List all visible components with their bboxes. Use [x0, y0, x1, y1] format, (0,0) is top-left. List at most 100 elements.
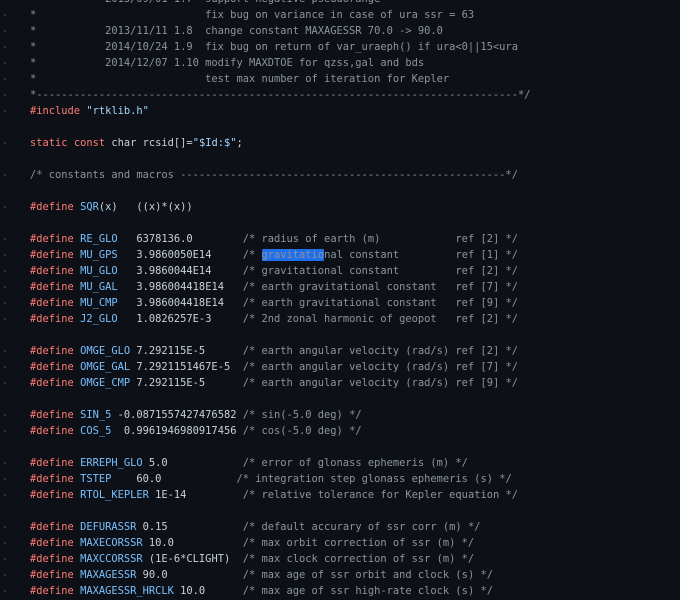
gutter-marker [4, 110, 6, 112]
code-line[interactable]: #define MU_GAL 3.986004418E14 /* earth g… [30, 279, 518, 295]
code-line[interactable]: #include "rtklib.h" [30, 103, 149, 119]
code-line[interactable]: * 2014/10/24 1.9 fix bug on return of va… [30, 39, 518, 55]
code-token: #include [30, 105, 81, 117]
code-token: 90.0 [136, 569, 243, 581]
code-line[interactable]: #define MU_GPS 3.9860050E14 /* gravitati… [30, 247, 518, 263]
code-token: * 2013/09/01 1.7 support negative pseudo… [30, 0, 380, 5]
code-token: TSTEP [80, 473, 112, 485]
code-line[interactable]: #define OMGE_GAL 7.2921151467E-5 /* eart… [30, 359, 518, 375]
code-line[interactable]: * 2013/11/11 1.8 change constant MAXAGES… [30, 23, 443, 39]
code-token: OMGE_CMP [80, 377, 131, 389]
code-token: /* earth gravitational constant ref [7] … [242, 281, 518, 293]
gutter-marker [4, 270, 6, 272]
code-line[interactable]: #define SIN_5 -0.0871557427476582 /* sin… [30, 407, 362, 423]
code-token: SIN_5 [80, 409, 112, 421]
code-token: static [30, 137, 68, 149]
code-line[interactable]: #define MAXCCORSSR (1E-6*CLIGHT) /* max … [30, 551, 474, 567]
code-token: 3.9860044E14 [117, 265, 243, 277]
code-token: /* radius of earth (m) ref [2] */ [242, 233, 518, 245]
code-token: /* earth angular velocity (rad/s) ref [9… [242, 377, 518, 389]
code-token: /* earth angular velocity (rad/s) ref [7… [242, 361, 518, 373]
code-token: #define [30, 361, 74, 373]
gutter-marker [4, 206, 6, 208]
code-token: 5.0 [142, 457, 243, 469]
code-line[interactable]: *---------------------------------------… [30, 87, 530, 103]
code-token: MU_GPS [80, 249, 118, 261]
code-token: /* error of glonass ephemeris (m) */ [242, 457, 468, 469]
code-token: /* [242, 249, 262, 261]
code-token: COS_5 [80, 425, 112, 437]
code-token: * test max number of iteration for Keple… [30, 73, 450, 85]
code-token: #define [30, 489, 74, 501]
code-token: MAXAGESSR [80, 569, 137, 581]
code-token: #define [30, 457, 74, 469]
gutter-marker [4, 174, 6, 176]
code-token: ; [236, 137, 243, 149]
code-line[interactable]: #define RTOL_KEPLER 1E-14 /* relative to… [30, 487, 518, 503]
code-line[interactable]: #define MU_GLO 3.9860044E14 /* gravitati… [30, 263, 518, 279]
code-token: 6378136.0 [117, 233, 243, 245]
code-token: #define [30, 425, 74, 437]
code-token: #define [30, 553, 74, 565]
code-token: /* max clock correction of ssr (m) */ [242, 553, 475, 565]
gutter-marker [4, 46, 6, 48]
code-token: /* default accurary of ssr corr (m) */ [242, 521, 481, 533]
code-token: 1.0826257E-3 [117, 313, 243, 325]
selected-text: gravitatio [261, 249, 325, 261]
gutter-marker [4, 286, 6, 288]
code-token: OMGE_GLO [80, 345, 131, 357]
code-line[interactable]: #define SQR(x) ((x)*(x)) [30, 199, 193, 215]
gutter-marker [4, 430, 6, 432]
code-line[interactable]: /* constants and macros ----------------… [30, 167, 518, 183]
code-line[interactable]: * fix bug on variance in case of ura ssr… [30, 7, 474, 23]
code-line[interactable]: * test max number of iteration for Keple… [30, 71, 449, 87]
code-line[interactable]: #define OMGE_CMP 7.292115E-5 /* earth an… [30, 375, 518, 391]
code-line[interactable]: #define MAXECORSSR 10.0 /* max orbit cor… [30, 535, 474, 551]
code-token: nal constant ref [1] */ [324, 249, 519, 261]
code-token: #define [30, 201, 74, 213]
code-line[interactable]: #define MAXAGESSR_HRCLK 10.0 /* max age … [30, 583, 493, 599]
code-token: 3.9860050E14 [117, 249, 243, 261]
code-token: const [73, 137, 106, 149]
code-token: MU_CMP [80, 297, 118, 309]
code-token: /* gravitational constant ref [2] */ [242, 265, 518, 277]
code-line[interactable]: #define MAXAGESSR 90.0 /* max age of ssr… [30, 567, 493, 583]
gutter-marker [4, 478, 6, 480]
gutter-marker [4, 414, 6, 416]
gutter-marker [4, 382, 6, 384]
code-token: /* max age of ssr high-rate clock (s) */ [242, 585, 493, 597]
gutter-marker [4, 542, 6, 544]
code-token: /* cos(-5.0 deg) */ [242, 425, 362, 437]
code-line[interactable]: static const char rcsid[]="$Id:$"; [30, 135, 243, 151]
gutter-marker [4, 14, 6, 16]
gutter-marker [4, 62, 6, 64]
code-token: /* max orbit correction of ssr (m) */ [242, 537, 475, 549]
code-token: * 2013/11/11 1.8 change constant MAXAGES… [30, 25, 443, 37]
code-token: MU_GAL [80, 281, 118, 293]
code-line[interactable]: * 2014/12/07 1.10 modify MAXDTOE for qzs… [30, 55, 424, 71]
gutter-marker [4, 142, 6, 144]
code-token: #define [30, 585, 74, 597]
code-line[interactable]: #define MU_CMP 3.986004418E14 /* earth g… [30, 295, 518, 311]
code-line[interactable]: * 2013/09/01 1.7 support negative pseudo… [30, 0, 380, 7]
gutter-marker [4, 238, 6, 240]
code-token: MAXAGESSR_HRCLK [80, 585, 174, 597]
code-token: #define [30, 345, 74, 357]
code-token: #define [30, 265, 74, 277]
code-token: DEFURASSR [80, 521, 137, 533]
code-token: #define [30, 233, 74, 245]
code-line[interactable]: #define J2_GLO 1.0826257E-3 /* 2nd zonal… [30, 311, 518, 327]
code-line[interactable]: #define ERREPH_GLO 5.0 /* error of glona… [30, 455, 468, 471]
gutter-marker [4, 78, 6, 80]
code-token: 3.986004418E14 [117, 281, 243, 293]
code-token: "rtklib.h" [86, 105, 149, 117]
code-line[interactable]: #define TSTEP 60.0 /* integration step g… [30, 471, 512, 487]
code-line[interactable]: #define RE_GLO 6378136.0 /* radius of ea… [30, 231, 518, 247]
code-token: (x) ((x)*(x)) [98, 201, 193, 213]
code-line[interactable]: #define OMGE_GLO 7.292115E-5 /* earth an… [30, 343, 518, 359]
code-line[interactable]: #define COS_5 0.9961946980917456 /* cos(… [30, 423, 362, 439]
gutter-marker [4, 94, 6, 96]
code-token: 7.2921151467E-5 [130, 361, 243, 373]
code-editor[interactable]: * 2013/09/01 1.7 support negative pseudo… [0, 0, 680, 600]
code-line[interactable]: #define DEFURASSR 0.15 /* default accura… [30, 519, 480, 535]
